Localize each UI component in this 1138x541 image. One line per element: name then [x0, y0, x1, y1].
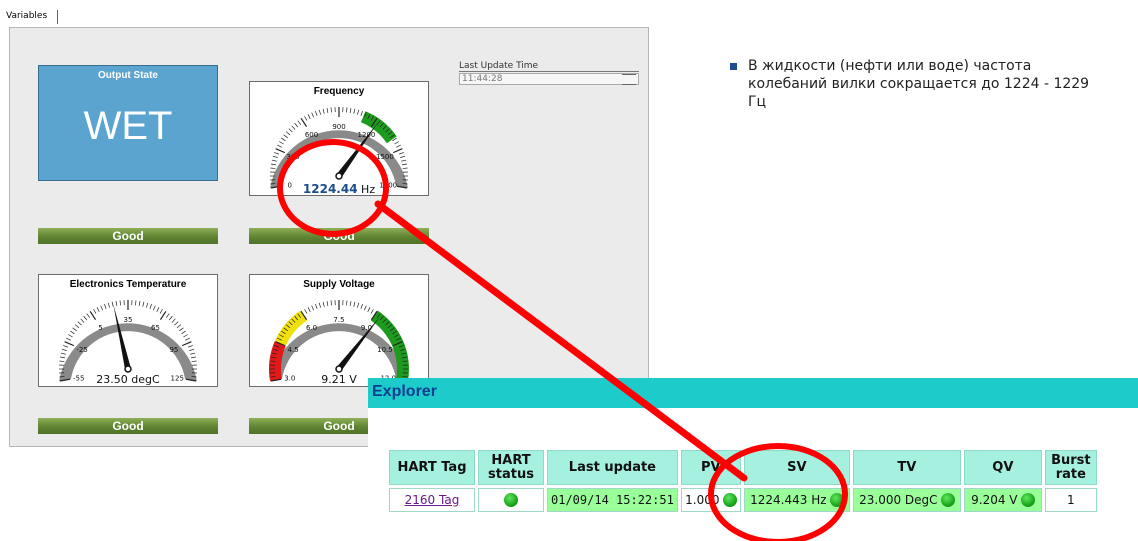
sv-highlight-ellipse [708, 443, 848, 541]
highlight-connector-line [374, 200, 748, 482]
frequency-highlight-ellipse [277, 139, 389, 237]
highlight-overlay [277, 139, 848, 541]
